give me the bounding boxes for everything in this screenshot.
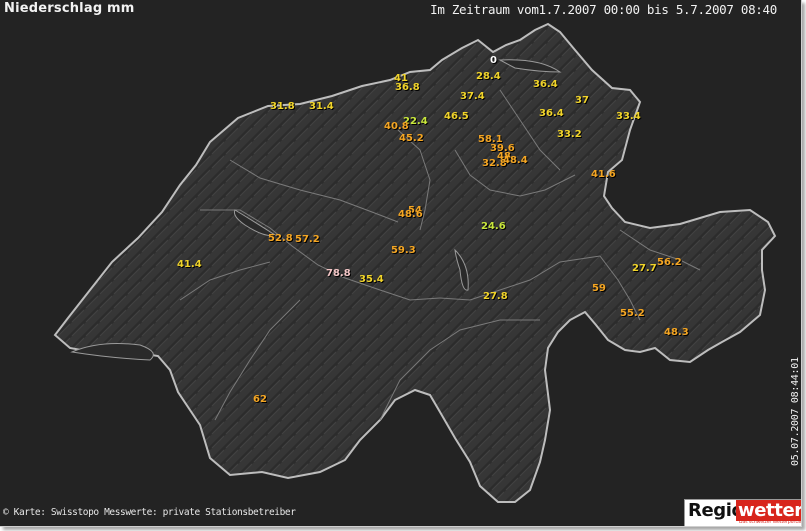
station-value: 28.4 <box>476 71 501 82</box>
station-value: 56.2 <box>657 257 682 268</box>
station-value: 48.3 <box>664 327 689 338</box>
station-value: 62 <box>253 394 267 405</box>
station-value: 24.6 <box>481 221 506 232</box>
time-period: Im Zeitraum vom1.7.2007 00:00 bis 5.7.20… <box>430 2 777 17</box>
station-value: 41.4 <box>177 259 202 270</box>
station-value: 40.8 <box>384 121 409 132</box>
station-value: 37 <box>575 95 589 106</box>
map-title: Niederschlag mm <box>4 1 135 16</box>
station-value: 78.8 <box>326 268 351 279</box>
generated-timestamp: 05.07.2007 08:44:01 <box>790 357 801 466</box>
logo-tagline: Das schweizer Wetterportal <box>739 520 802 525</box>
station-value: 27.8 <box>483 291 508 302</box>
station-value: 36.4 <box>533 79 558 90</box>
source-credit: © Karte: Swisstopo Messwerte: private St… <box>3 507 296 518</box>
station-value: 33.4 <box>616 111 641 122</box>
station-value: 27.7 <box>632 263 657 274</box>
station-value: 41.6 <box>591 169 616 180</box>
station-value: 35.4 <box>359 274 384 285</box>
map-frame: 0 28.4 36.4 41 36.8 37.4 37 31.8 31.4 36.4 33.4 22.… <box>0 0 802 527</box>
regiowetter-logo[interactable]: Regio wetter Das schweizer Wetterportal <box>684 499 802 526</box>
station-value: 31.4 <box>309 101 334 112</box>
station-value: 59 <box>592 283 606 294</box>
station-value: 57.2 <box>295 234 320 245</box>
station-value: 33.2 <box>557 129 582 140</box>
station-value: 59.3 <box>391 245 416 256</box>
station-value: 37.4 <box>460 91 485 102</box>
station-value: 46.5 <box>444 111 469 122</box>
station-value: 36.8 <box>395 82 420 93</box>
logo-text-wetter: wetter <box>736 500 801 521</box>
station-value: 55.2 <box>620 308 645 319</box>
station-value: 31.8 <box>270 101 295 112</box>
station-value: 45.2 <box>399 133 424 144</box>
station-value: 0 <box>490 55 497 66</box>
station-value: 52.8 <box>268 233 293 244</box>
station-value: 48.6 <box>398 209 423 220</box>
station-value: 36.4 <box>539 108 564 119</box>
station-value: 48.4 <box>503 155 528 166</box>
